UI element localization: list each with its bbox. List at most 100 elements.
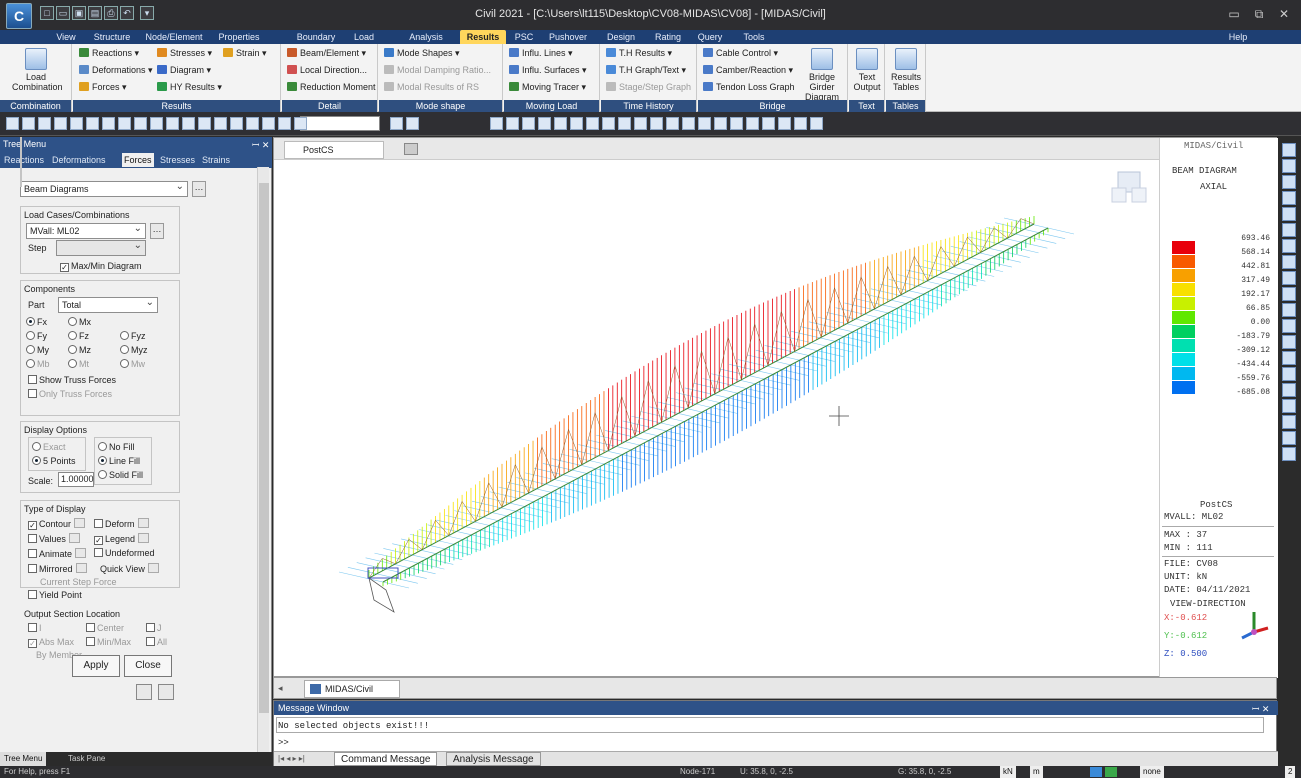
toolbar-tool-icon[interactable] — [54, 117, 67, 130]
view-tool-icon[interactable] — [1282, 335, 1296, 349]
view-tool-icon[interactable] — [1282, 431, 1296, 445]
view-tool-icon[interactable] — [1282, 175, 1296, 189]
view-tool-icon[interactable] — [1282, 415, 1296, 429]
loc-j-checkbox[interactable]: J — [146, 623, 162, 633]
view-tool-icon[interactable] — [1282, 191, 1296, 205]
radio-fyz[interactable]: Fyz — [120, 331, 146, 341]
th-results-button[interactable]: T.H Results ▾ — [606, 47, 672, 60]
tab-design[interactable]: Design — [598, 30, 644, 44]
part-select[interactable]: Total — [58, 296, 158, 313]
snap-mode-select[interactable]: none — [1140, 766, 1164, 778]
toolbar-tool-icon[interactable] — [294, 117, 307, 130]
radio-mz[interactable]: Mz — [68, 345, 91, 355]
toolbar-tool-icon[interactable] — [230, 117, 243, 130]
toolbar-tool-icon[interactable] — [730, 117, 743, 130]
postcs-view-tab[interactable]: PostCS — [284, 141, 384, 159]
values-checkbox[interactable]: Values — [28, 533, 80, 544]
toolbar-tool-icon[interactable] — [746, 117, 759, 130]
stresses-button[interactable]: Stresses ▾ — [157, 47, 212, 60]
view-tool-icon[interactable] — [1282, 447, 1296, 461]
view-tool-icon[interactable] — [1282, 319, 1296, 333]
model-view[interactable]: PostCS MIDAS/Civil BEAM DIAGRAM AXIAL Po… — [273, 137, 1278, 678]
strain-button[interactable]: Strain ▾ — [223, 47, 267, 60]
modal-results-rs-button[interactable]: Modal Results of RS — [384, 81, 479, 94]
tree-tab-deformations[interactable]: Deformations — [50, 153, 108, 167]
tab-analysis-message[interactable]: Analysis Message — [446, 752, 541, 766]
pin-close-icon[interactable]: ꟷ ✕ — [252, 138, 269, 151]
view-tool-icon[interactable] — [1282, 255, 1296, 269]
view-tool-icon[interactable] — [1282, 303, 1296, 317]
toolbar-tool-icon[interactable] — [70, 117, 83, 130]
forces-button[interactable]: Forces ▾ — [79, 81, 127, 94]
toolbar-tool-icon[interactable] — [586, 117, 599, 130]
view-tool-icon[interactable] — [1282, 239, 1296, 253]
maxmin-diagram-checkbox[interactable]: ✓ Max/Min Diagram — [60, 261, 142, 272]
view-tab-icon[interactable] — [404, 143, 418, 155]
tab-query[interactable]: Query — [690, 30, 730, 44]
tab-structure[interactable]: Structure — [86, 30, 138, 44]
status-icon-1[interactable] — [1090, 767, 1102, 777]
tab-task-pane[interactable]: Task Pane — [64, 752, 109, 766]
tab-results[interactable]: Results — [460, 30, 506, 44]
toolbar-tool-icon[interactable] — [570, 117, 583, 130]
toolbar-tool-icon[interactable] — [246, 117, 259, 130]
mode-shapes-button[interactable]: Mode Shapes ▾ — [384, 47, 460, 60]
tab-properties[interactable]: Properties — [210, 30, 268, 44]
radio-myz[interactable]: Myz — [120, 345, 148, 355]
toolbar-tool-icon[interactable] — [490, 117, 503, 130]
view-tool-icon[interactable] — [1282, 287, 1296, 301]
step-select[interactable] — [56, 239, 146, 256]
undeformed-checkbox[interactable]: Undeformed — [94, 548, 155, 558]
deformations-button[interactable]: Deformations ▾ — [79, 64, 153, 77]
toolbar-tool-icon[interactable] — [22, 117, 35, 130]
toolbar-tool-icon[interactable] — [602, 117, 615, 130]
message-close-icon[interactable]: ꟷ ✕ — [1252, 702, 1269, 715]
local-direction-button[interactable]: Local Direction... — [287, 64, 367, 77]
view-cube-icon[interactable] — [1108, 168, 1152, 208]
load-case-more-button[interactable]: … — [150, 223, 164, 239]
view-tool-icon[interactable] — [1282, 159, 1296, 173]
view-tool-icon[interactable] — [1282, 143, 1296, 157]
toolbar-tool-icon[interactable] — [406, 117, 419, 130]
view-tool-icon[interactable] — [1282, 271, 1296, 285]
tree-tab-reactions[interactable]: Reactions — [2, 153, 46, 167]
only-truss-checkbox[interactable]: Only Truss Forces — [28, 389, 112, 399]
toolbar-tool-icon[interactable] — [390, 117, 403, 130]
status-icon-2[interactable] — [1105, 767, 1117, 777]
toolbar-tool-icon[interactable] — [762, 117, 775, 130]
load-case-select[interactable]: MVall: ML02 — [26, 222, 146, 239]
reactions-button[interactable]: Reactions ▾ — [79, 47, 139, 60]
hy-results-button[interactable]: HY Results ▾ — [157, 81, 222, 94]
toolbar-tool-icon[interactable] — [150, 117, 163, 130]
toolbar-tool-icon[interactable] — [698, 117, 711, 130]
reduction-moment-button[interactable]: Reduction Moment — [287, 81, 376, 94]
tab-analysis[interactable]: Analysis — [400, 30, 452, 44]
results-tables-button[interactable]: Results Tables — [888, 48, 924, 92]
view-tool-icon[interactable] — [1282, 351, 1296, 365]
scale-input[interactable]: 1.00000 — [58, 472, 94, 487]
toolbar-tool-icon[interactable] — [650, 117, 663, 130]
stage-step-graph-button[interactable]: Stage/Step Graph — [606, 81, 691, 94]
apply-button[interactable]: Apply — [72, 655, 120, 677]
toolbar-tool-icon[interactable] — [166, 117, 179, 130]
toolbar-tool-icon[interactable] — [810, 117, 823, 130]
tab-command-message[interactable]: Command Message — [334, 752, 438, 766]
tab-node-element[interactable]: Node/Element — [140, 30, 208, 44]
animate-checkbox[interactable]: Animate — [28, 548, 87, 559]
view-tool-icon[interactable] — [1282, 207, 1296, 221]
view-tool-icon[interactable] — [1282, 399, 1296, 413]
bridge-model-diagram[interactable] — [274, 160, 1159, 678]
toolbar-tool-icon[interactable] — [38, 117, 51, 130]
toolbar-tool-icon[interactable] — [6, 117, 19, 130]
copy-icon[interactable] — [136, 684, 152, 700]
tree-scrollbar[interactable] — [257, 167, 269, 752]
tab-view[interactable]: View — [48, 30, 84, 44]
toolbar-selection-combo[interactable] — [300, 116, 380, 131]
length-unit-select[interactable]: m — [1030, 766, 1043, 778]
toolbar-tool-icon[interactable] — [618, 117, 631, 130]
contour-checkbox[interactable]: ✓ Contour — [28, 518, 86, 530]
influ-lines-button[interactable]: Influ. Lines ▾ — [509, 47, 573, 60]
toolbar-tool-icon[interactable] — [134, 117, 147, 130]
tendon-loss-graph-button[interactable]: Tendon Loss Graph — [703, 81, 795, 94]
radio-mb[interactable]: Mb — [26, 359, 50, 369]
